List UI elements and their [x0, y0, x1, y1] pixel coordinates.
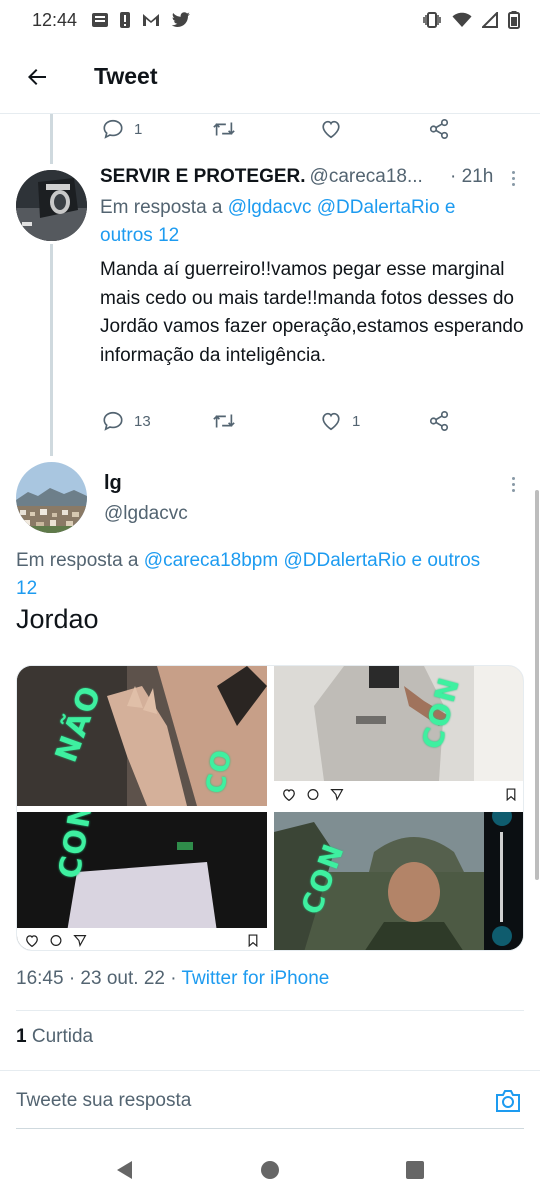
- in-reply-prefix: Em resposta a: [100, 197, 223, 218]
- main-in-reply-to: Em resposta a @careca18bpm @DDalertaRio …: [16, 547, 531, 603]
- status-bar: 12:44: [0, 0, 540, 40]
- more-icon: [511, 170, 515, 174]
- nav-recents-icon: [406, 1161, 424, 1179]
- city-landscape-avatar-image: [16, 462, 87, 533]
- thread-connector-top: [50, 114, 53, 164]
- instagram-bookmark-icon: [248, 933, 258, 947]
- likes-label: Curtida: [31, 1026, 94, 1047]
- divider: [16, 1010, 524, 1011]
- instagram-action-bar: [17, 928, 267, 950]
- like-icon: [322, 412, 340, 431]
- nav-home-button[interactable]: [255, 1155, 285, 1185]
- status-notification-icons: [91, 11, 191, 29]
- vibrate-icon: [423, 12, 441, 28]
- reply-count: 13: [134, 412, 151, 430]
- twitter-bird-icon: [171, 12, 190, 27]
- wifi-icon: [452, 12, 472, 27]
- reply-count: 1: [134, 120, 143, 138]
- in-reply-others[interactable]: outros 12: [100, 225, 179, 246]
- top-app-bar: Tweet: [0, 40, 540, 114]
- reply-timestamp[interactable]: · 21h: [450, 166, 493, 188]
- signal-icon: [482, 12, 498, 28]
- retweet-icon: [213, 414, 235, 428]
- main-display-name[interactable]: lg: [104, 472, 122, 495]
- retweet-button[interactable]: [212, 118, 236, 140]
- instagram-action-bar: [274, 782, 523, 806]
- compose-underline: [16, 1128, 524, 1129]
- tweet-timestamp: 16:45 · 23 out. 22 ·: [16, 968, 177, 989]
- police-badge-avatar-image: [16, 170, 87, 241]
- tweet-source-link[interactable]: Twitter for iPhone: [182, 968, 330, 989]
- avatar[interactable]: [16, 170, 87, 241]
- nav-recents-button[interactable]: [400, 1155, 430, 1185]
- share-icon: [429, 411, 449, 431]
- battery-icon: [508, 11, 520, 29]
- status-time: 12:44: [32, 9, 78, 30]
- like-count: 1: [352, 412, 361, 430]
- reply-input[interactable]: Tweete sua resposta: [16, 1090, 492, 1112]
- instagram-bookmark-icon: [506, 787, 516, 801]
- media-photo-1[interactable]: NÃO CO: [17, 666, 267, 806]
- retweet-button[interactable]: [212, 410, 236, 432]
- in-reply-prefix: Em resposta a: [16, 550, 139, 571]
- thread-connector-middle: [50, 244, 53, 456]
- in-reply-mentions[interactable]: @lgdacvc @DDalertaRio e: [228, 197, 456, 218]
- instagram-comment-icon: [307, 788, 319, 800]
- reply-icon: [103, 411, 123, 431]
- back-button[interactable]: [17, 57, 57, 97]
- instagram-comment-icon: [50, 934, 62, 946]
- reply-button[interactable]: 13: [102, 410, 151, 432]
- more-icon: [511, 476, 515, 480]
- like-button[interactable]: [320, 118, 342, 140]
- likes-count: 1: [16, 1026, 27, 1047]
- share-button[interactable]: [428, 118, 450, 140]
- nav-back-icon: [117, 1161, 132, 1179]
- like-icon: [322, 120, 340, 139]
- back-arrow-icon: [28, 68, 46, 85]
- in-reply-others[interactable]: 12: [16, 578, 37, 599]
- tweet-media-grid[interactable]: NÃO CO CON CON CON: [16, 665, 524, 951]
- previous-tweet-actions: 1: [102, 116, 522, 142]
- camera-button[interactable]: [492, 1085, 524, 1117]
- main-author-avatar[interactable]: [16, 462, 87, 533]
- page-title: Tweet: [94, 63, 158, 89]
- status-system-icons: [422, 11, 520, 29]
- instagram-like-icon: [283, 788, 295, 801]
- retweet-icon: [213, 122, 235, 136]
- main-handle[interactable]: @lgdacvc: [104, 503, 188, 525]
- scrollbar[interactable]: [535, 490, 539, 880]
- reply-more-button[interactable]: [503, 166, 523, 190]
- reply-display-name: SERVIR E PROTEGER.: [100, 166, 306, 187]
- news-icon: [92, 13, 109, 27]
- reply-handle: @careca18...: [309, 166, 423, 187]
- gmail-icon: [143, 14, 160, 26]
- reply-icon: [103, 119, 123, 139]
- reply-tweet-actions: 13 1: [102, 408, 522, 434]
- reply-author[interactable]: SERVIR E PROTEGER. @careca18...: [100, 166, 423, 188]
- likes-summary[interactable]: 1 Curtida: [16, 1026, 93, 1048]
- tweet-metadata: 16:45 · 23 out. 22 · Twitter for iPhone: [16, 968, 329, 990]
- main-more-button[interactable]: [503, 472, 523, 496]
- media-photo-3[interactable]: CON: [17, 812, 267, 950]
- media-photo-2[interactable]: CON: [274, 666, 523, 806]
- reply-tweet-text: Manda aí guerreiro!!vamos pegar esse mar…: [100, 259, 524, 366]
- reply-button[interactable]: 1: [102, 118, 142, 140]
- share-icon: [429, 119, 449, 139]
- nav-back-button[interactable]: [110, 1155, 140, 1185]
- camera-icon: [496, 1089, 520, 1112]
- alert-icon: [120, 12, 131, 28]
- main-tweet-text: Jordao: [16, 604, 99, 634]
- share-button[interactable]: [428, 410, 450, 432]
- media-photo-4[interactable]: CON: [274, 812, 523, 950]
- instagram-send-icon: [330, 788, 344, 801]
- instagram-send-icon: [73, 934, 87, 947]
- like-button[interactable]: 1: [320, 410, 360, 432]
- reply-in-reply-to: Em resposta a @lgdacvc @DDalertaRio e ou…: [100, 194, 520, 250]
- nav-home-icon: [261, 1161, 279, 1179]
- system-nav-bar: [0, 1140, 540, 1200]
- in-reply-mentions[interactable]: @careca18bpm @DDalertaRio e outros: [144, 550, 480, 571]
- reply-compose-bar: Tweete sua resposta: [0, 1070, 540, 1130]
- instagram-like-icon: [26, 934, 38, 947]
